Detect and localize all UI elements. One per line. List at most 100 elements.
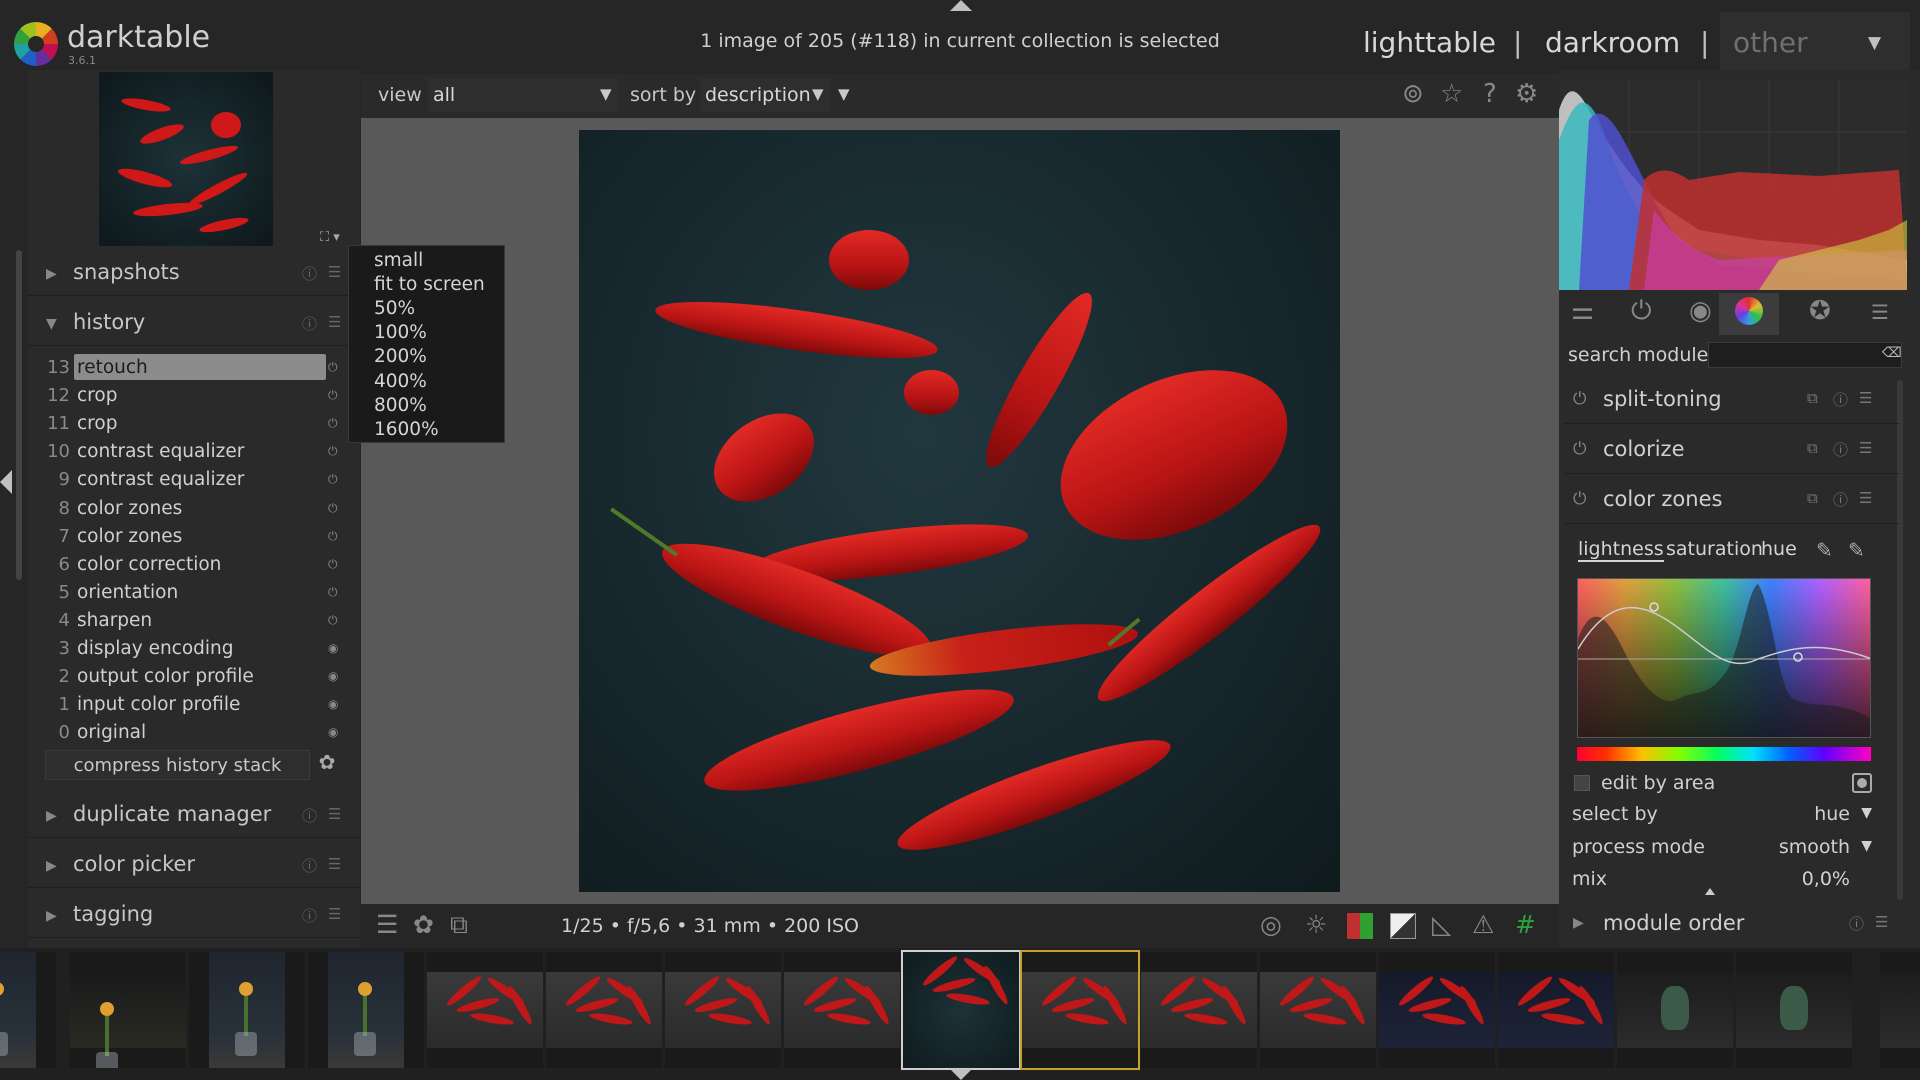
filmstrip-thumbnail[interactable] [427,952,543,1068]
tab-saturation[interactable]: saturation [1666,538,1763,560]
filmstrip-thumbnail[interactable] [901,950,1021,1070]
other-dropdown-icon[interactable]: ▼ [1868,33,1881,53]
reset-icon[interactable]: ⓘ [302,263,317,284]
history-item[interactable]: 10 contrast equalizer ⏻ [36,438,337,466]
section-snapshots[interactable]: ▶ snapshots ⓘ ☰ [28,248,360,296]
compress-history-button[interactable]: compress history stack [45,750,310,780]
section-color-picker[interactable]: ▶ color picker ⓘ ☰ [28,840,360,888]
filmstrip-thumbnail[interactable] [665,952,781,1068]
filmstrip-thumbnail[interactable] [1260,952,1376,1068]
zoom-menu-item[interactable]: 200% [374,346,427,367]
history-item[interactable]: 6 color correction ⏻ [36,551,338,579]
mask-display-icon[interactable] [1852,773,1872,793]
guides-icon[interactable]: ◺ [1432,910,1451,939]
history-item[interactable]: 12 crop ⏻ [36,382,337,410]
second-window-icon[interactable]: ⧉ [450,910,468,940]
multi-instance-icon[interactable]: ⧉ [1807,439,1818,457]
navigator-thumbnail[interactable] [99,72,273,246]
collapse-bottom-arrow-icon[interactable] [950,1069,972,1080]
reset-icon[interactable]: ⓘ [1833,489,1848,510]
picker-icon[interactable]: ✎ [1816,538,1833,562]
navigator-expand-icon[interactable]: ⛶ ▾ [320,230,340,245]
sort-order-icon[interactable]: ▼ [838,85,850,103]
history-item[interactable]: 0 original ◉ [36,719,339,747]
create-style-icon[interactable]: ✿ [312,750,342,780]
multi-instance-icon[interactable]: ⧉ [1807,489,1818,507]
power-icon[interactable]: ⏻ [1573,489,1586,509]
zoom-menu-item[interactable]: 1600% [374,419,439,440]
view-filter-select[interactable] [428,78,618,112]
history-item[interactable]: 11 crop ⏻ [36,410,337,438]
history-item[interactable]: 1 input color profile ◉ [36,691,339,719]
power-icon[interactable]: ⏻ [1573,389,1586,409]
reset-icon[interactable]: ⓘ [302,905,317,926]
module-split-toning[interactable]: ⏻ split-toning ⧉ ⓘ ☰ [1563,376,1899,424]
section-tagging[interactable]: ▶ tagging ⓘ ☰ [28,890,360,938]
presets-icon[interactable]: ☰ [328,855,341,873]
section-history[interactable]: ▼ history ⓘ ☰ [28,298,360,346]
softproof-icon[interactable] [1347,913,1373,939]
gear-icon[interactable]: ⚙ [1515,79,1538,109]
filmstrip-thumbnail[interactable] [308,952,424,1068]
power-icon[interactable]: ⏻ [1573,439,1586,459]
filmstrip-thumbnail[interactable] [1880,952,1920,1068]
active-modules-icon[interactable]: ⏻ [1631,296,1652,327]
zoom-menu-item[interactable]: 100% [374,322,427,343]
filmstrip-thumbnail[interactable] [1498,952,1614,1068]
reset-icon[interactable]: ⓘ [302,805,317,826]
process-mode-combobox[interactable]: process mode smooth ▼ [1572,834,1872,862]
filmstrip-thumbnail[interactable] [1020,950,1140,1070]
filmstrip-thumbnail[interactable] [1379,952,1495,1068]
tab-lightness[interactable]: lightness [1578,538,1664,562]
filmstrip-thumbnail[interactable] [189,952,305,1068]
filmstrip-thumbnail[interactable] [546,952,662,1068]
star-icon[interactable]: ☆ [1440,79,1463,109]
filmstrip-thumbnail[interactable] [1617,952,1733,1068]
presets-icon[interactable]: ☰ [1859,389,1872,407]
focus-peaking-icon[interactable]: ◎ [1260,910,1282,939]
gamut-check-icon[interactable] [1390,913,1416,939]
history-item[interactable]: 4 sharpen ⏻ [36,607,338,635]
clear-search-icon[interactable]: ⌫ [1882,345,1902,361]
histogram[interactable] [1559,80,1907,290]
history-item[interactable]: 13 retouch ⏻ [36,354,338,382]
history-item[interactable]: 2 output color profile ◉ [36,663,339,691]
reset-icon[interactable]: ⓘ [1833,439,1848,460]
filmstrip-thumbnail[interactable] [70,952,186,1068]
filmstrip-thumbnail[interactable] [0,952,56,1068]
presets-icon[interactable]: ☰ [1871,300,1889,324]
multi-instance-icon[interactable]: ⧉ [1807,389,1818,407]
module-color-zones[interactable]: ⏻ color zones ⧉ ⓘ ☰ [1563,476,1899,524]
select-by-combobox[interactable]: select by hue ▼ [1572,801,1872,829]
zoom-menu-item[interactable]: small [374,250,423,271]
zoom-menu-item[interactable]: 800% [374,395,427,416]
history-item[interactable]: 7 color zones ⏻ [36,523,338,551]
grid-icon[interactable]: # [1515,910,1536,939]
color-modules-icon[interactable] [1719,293,1779,335]
color-zones-graph[interactable] [1577,578,1871,738]
base-modules-icon[interactable]: ◉ [1689,296,1712,326]
filmstrip-thumbnail[interactable] [1141,952,1257,1068]
search-module-input[interactable] [1708,342,1902,368]
mix-slider[interactable]: mix 0,0% [1572,866,1872,894]
presets-icon[interactable]: ☰ [1859,489,1872,507]
presets-icon[interactable]: ☰ [328,263,341,281]
history-item[interactable]: 9 contrast equalizer ⏻ [36,466,338,494]
quick-access-panel-icon[interactable]: ⚌ [1571,296,1594,326]
module-order-section[interactable]: ▶ module order ⓘ ☰ [1563,900,1899,948]
zoom-menu-item[interactable]: fit to screen [374,274,485,295]
module-colorize[interactable]: ⏻ colorize ⧉ ⓘ ☰ [1563,426,1899,474]
presets-icon[interactable]: ☰ [328,313,341,331]
presets-icon[interactable]: ☰ [1875,913,1888,931]
filmstrip-thumbnail[interactable] [784,952,900,1068]
view-tab-other[interactable]: other [1733,26,1808,59]
section-duplicate-manager[interactable]: ▶ duplicate manager ⓘ ☰ [28,790,360,838]
view-tab-darkroom[interactable]: darkroom [1545,26,1680,59]
help-icon[interactable]: ? [1483,79,1497,109]
presets-icon[interactable]: ☰ [328,905,341,923]
view-tab-lighttable[interactable]: lighttable [1363,26,1496,59]
zoom-menu-item[interactable]: 50% [374,298,415,319]
reset-icon[interactable]: ⓘ [302,855,317,876]
styles-icon[interactable]: ✿ [413,910,434,939]
presets-icon[interactable]: ☰ [1859,439,1872,457]
